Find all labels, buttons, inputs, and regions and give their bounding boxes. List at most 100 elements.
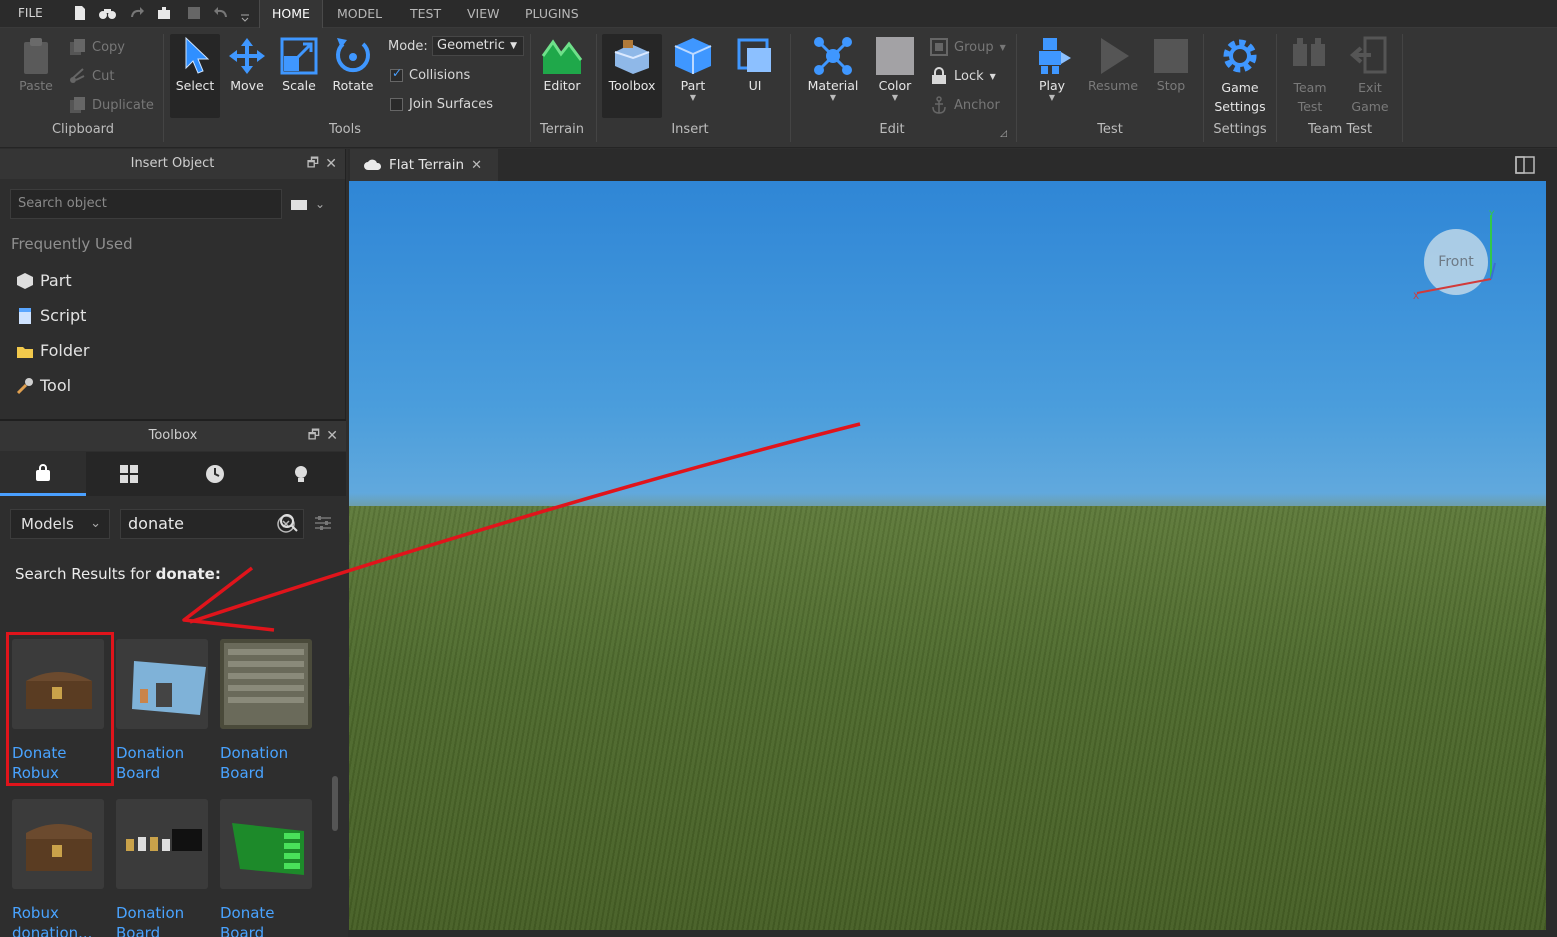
play-button[interactable]: Play ▼ (1026, 36, 1078, 102)
material-icon (811, 36, 855, 76)
highlight-box (6, 632, 114, 786)
redo-icon[interactable] (128, 5, 144, 21)
toolbox-button[interactable]: Toolbox (602, 34, 662, 118)
result-card-robux-donation[interactable]: Robux donation... (12, 799, 108, 937)
insert-item-folder[interactable]: Folder (16, 341, 89, 360)
select-button[interactable]: Select (170, 34, 220, 118)
result-card-donation-board[interactable]: Donation Board (116, 639, 212, 783)
toolbox-scrollbar[interactable] (332, 776, 338, 831)
toolbox-header: Toolbox 🗗 ✕ (0, 421, 346, 451)
stop-small-icon[interactable] (186, 5, 202, 21)
anchor-icon (932, 96, 946, 114)
window-layout-icon[interactable] (1515, 156, 1535, 178)
tools-group-label: Tools (328, 122, 362, 137)
tab-model[interactable]: MODEL (325, 0, 394, 28)
restore-window-icon[interactable]: 🗗 (308, 421, 320, 451)
join-surfaces-toggle[interactable]: Join Surfaces (390, 97, 493, 112)
anchor-button[interactable]: Anchor (930, 96, 1000, 114)
result-card-donation-board[interactable]: Donation Board (220, 639, 316, 783)
tab-marketplace[interactable] (0, 452, 86, 496)
binoculars-icon[interactable] (98, 5, 116, 21)
ribbon-divider (1402, 34, 1403, 142)
collisions-checkbox[interactable] (390, 66, 403, 82)
group-button[interactable]: Group ▼ (930, 38, 1006, 56)
board-thumbnail (220, 799, 312, 889)
quick-access-chevron-icon[interactable] (240, 8, 256, 24)
grid-icon (120, 465, 138, 483)
new-file-icon[interactable] (72, 5, 88, 21)
move-arrows-icon (225, 36, 269, 76)
lock-button[interactable]: Lock ▼ (930, 67, 996, 85)
exit-game-button[interactable]: Exit Game (1344, 36, 1396, 116)
tab-flat-terrain[interactable]: Flat Terrain ✕ (350, 149, 498, 181)
undo-icon[interactable] (214, 5, 230, 21)
close-tab-icon[interactable]: ✕ (471, 158, 482, 173)
filter-sliders-icon[interactable] (314, 515, 332, 535)
mode-dropdown[interactable]: Geometric ▼ (432, 36, 524, 56)
move-button[interactable]: Move (224, 36, 270, 93)
insert-group-label: Insert (671, 122, 709, 137)
scale-button[interactable]: Scale (276, 36, 322, 93)
material-button[interactable]: Material ▼ (802, 36, 864, 102)
scale-icon (277, 36, 321, 76)
color-swatch-icon (873, 36, 917, 76)
cloud-icon (364, 159, 382, 170)
lightbulb-icon (295, 466, 307, 482)
document-tab-bar: Flat Terrain ✕ (348, 149, 1557, 181)
restore-window-icon[interactable]: 🗗 (307, 149, 319, 179)
ribbon-divider (1203, 34, 1204, 142)
insert-item-script[interactable]: Script (16, 306, 86, 325)
tab-creations[interactable] (258, 452, 344, 496)
tab-plugins[interactable]: PLUGINS (513, 0, 591, 28)
toolbox-search-input[interactable]: donate (120, 509, 304, 539)
tab-test[interactable]: TEST (398, 0, 453, 28)
collisions-toggle[interactable]: Collisions (390, 66, 470, 83)
tab-recent[interactable] (172, 452, 258, 496)
paste-button[interactable]: Paste (12, 36, 60, 93)
close-icon[interactable]: ✕ (325, 149, 337, 179)
ribbon-divider (1016, 34, 1017, 142)
ribbon-divider (163, 34, 164, 142)
insert-item-part[interactable]: Part (16, 271, 72, 290)
plugin-icon[interactable] (156, 5, 172, 21)
close-icon[interactable]: ✕ (326, 421, 338, 451)
chevron-down-icon[interactable]: ⌄ (315, 197, 325, 211)
search-object-input[interactable]: Search object (10, 189, 282, 219)
team-test-button[interactable]: Team Test (1284, 36, 1336, 116)
stop-button[interactable]: Stop (1148, 36, 1194, 93)
result-card-donation-board[interactable]: Donation Board (116, 799, 212, 937)
cut-button[interactable]: Cut (68, 67, 114, 85)
scissors-icon (70, 68, 85, 83)
category-dropdown[interactable]: Models ⌄ (10, 509, 110, 539)
search-icon[interactable] (279, 513, 299, 537)
3d-viewport[interactable]: Front Y X (349, 181, 1546, 930)
ui-button[interactable]: UI (732, 36, 778, 93)
rotate-button[interactable]: Rotate (328, 36, 378, 93)
group-icon (930, 38, 948, 56)
mode-label: Mode: (388, 39, 428, 54)
color-button[interactable]: Color ▼ (872, 36, 918, 102)
join-surfaces-checkbox[interactable] (390, 98, 403, 111)
game-settings-button[interactable]: Game Settings (1210, 36, 1270, 116)
tab-home[interactable]: HOME (259, 0, 323, 28)
tab-view[interactable]: VIEW (455, 0, 512, 28)
file-menu[interactable]: FILE (18, 6, 43, 20)
copy-button[interactable]: Copy (68, 38, 125, 56)
viewport-right-edge (1546, 181, 1557, 930)
duplicate-button[interactable]: Duplicate (68, 96, 154, 114)
part-cube-icon (671, 36, 715, 76)
part-dropdown-icon: ▼ (689, 93, 697, 102)
edit-expand-icon[interactable]: ◿ (1000, 129, 1007, 139)
insert-item-tool[interactable]: Tool (16, 376, 71, 395)
svg-text:Y: Y (1488, 210, 1495, 220)
terrain-editor-button[interactable]: Editor (536, 36, 588, 93)
terrain-icon (540, 36, 584, 76)
result-card-donate-board[interactable]: Donate Board (220, 799, 316, 937)
view-toggle-icon[interactable] (290, 197, 308, 216)
part-button[interactable]: Part ▼ (668, 36, 718, 102)
edit-group-label: Edit (879, 122, 905, 137)
toolbox-icon (610, 36, 654, 76)
tab-inventory[interactable] (86, 452, 172, 496)
resume-button[interactable]: Resume (1084, 36, 1142, 93)
terrain-group-label: Terrain (539, 122, 584, 137)
